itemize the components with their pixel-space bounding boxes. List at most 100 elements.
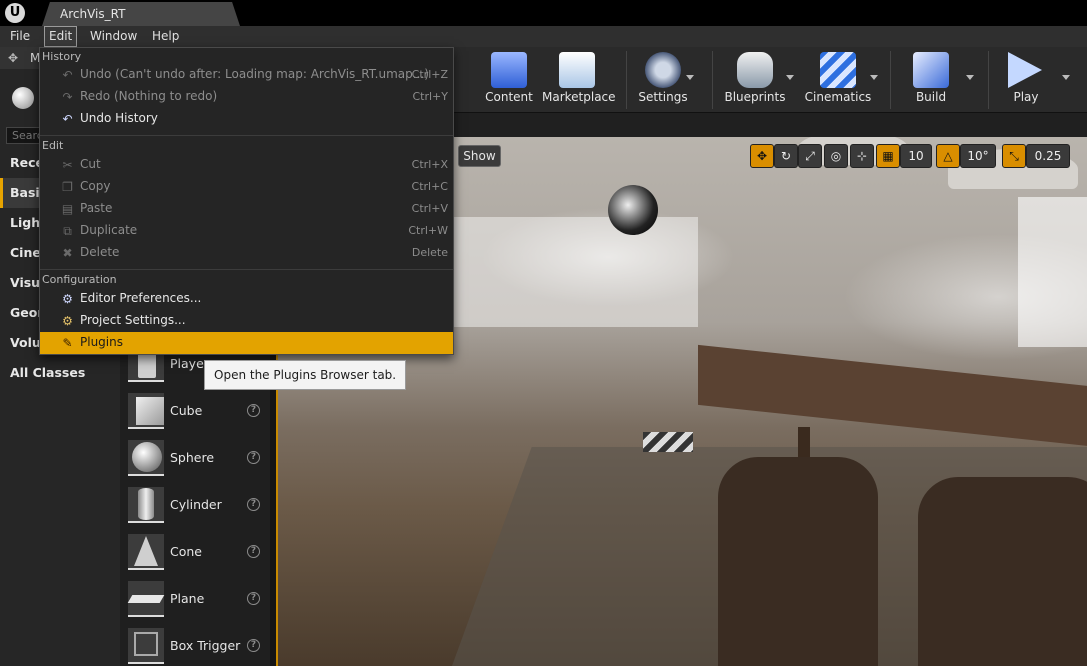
menu-item-redo[interactable]: ↷ Redo (Nothing to redo) Ctrl+Y <box>40 86 453 108</box>
content-button[interactable]: Content <box>482 47 536 113</box>
menu-file[interactable]: File <box>6 26 34 47</box>
place-item-label: Cone <box>170 544 202 559</box>
edit-menu-dropdown: History ↶ Undo (Can't undo after: Loadin… <box>39 47 454 355</box>
window-light <box>1018 197 1087 347</box>
help-icon[interactable]: ? <box>247 592 260 605</box>
settings-label: Settings <box>638 90 688 104</box>
help-icon[interactable]: ? <box>247 498 260 511</box>
plane-thumb <box>127 581 165 617</box>
menu-item-label: Paste <box>80 201 113 215</box>
dining-chair <box>918 477 1087 666</box>
menu-bar: File Edit Window Help <box>0 26 1087 47</box>
undo-history-icon: ↶ <box>62 112 73 126</box>
rotation-snap-value[interactable]: 10° <box>960 144 996 168</box>
place-item-cylinder[interactable]: Cylinder ? <box>120 483 270 530</box>
delete-icon: ✖ <box>62 246 73 260</box>
document-tab[interactable]: ArchVis_RT <box>42 2 240 26</box>
cone-thumb <box>128 534 164 570</box>
place-item-plane[interactable]: Plane ? <box>120 577 270 624</box>
surface-snap-icon[interactable]: ⊹ <box>850 144 874 168</box>
build-label: Build <box>915 90 947 104</box>
help-icon[interactable]: ? <box>247 545 260 558</box>
chevron-down-icon[interactable] <box>966 75 974 80</box>
help-icon[interactable]: ? <box>247 404 260 417</box>
menu-item-copy[interactable]: ❐ Copy Ctrl+C <box>40 176 453 198</box>
plugins-icon: ✎ <box>62 336 73 350</box>
content-browser-icon <box>491 52 527 88</box>
place-item-label: Cube <box>170 403 203 418</box>
place-item-box-trigger[interactable]: Box Trigger ? <box>120 624 270 666</box>
scissors-icon: ✂ <box>62 158 73 172</box>
place-mode-icon[interactable] <box>12 87 34 109</box>
menu-item-label: Redo (Nothing to redo) <box>80 89 218 103</box>
menu-item-cut[interactable]: ✂ Cut Ctrl+X <box>40 154 453 176</box>
play-button[interactable]: Play <box>998 47 1070 113</box>
toolbar-divider <box>626 51 627 109</box>
cube-icon <box>136 397 164 425</box>
place-item-cube[interactable]: Cube ? <box>120 389 270 436</box>
menu-help[interactable]: Help <box>148 26 183 47</box>
cylinder-icon <box>138 488 154 520</box>
menu-item-undo[interactable]: ↶ Undo (Can't undo after: Loading map: A… <box>40 64 453 86</box>
place-item-label: Box Trigger <box>170 638 241 653</box>
marketplace-button[interactable]: Marketplace <box>542 47 616 113</box>
menu-item-project-settings[interactable]: ⚙ Project Settings... <box>40 310 453 332</box>
help-icon[interactable]: ? <box>247 639 260 652</box>
menu-item-plugins[interactable]: ✎ Plugins <box>40 332 453 354</box>
grid-snap-icon[interactable]: ▦ <box>876 144 900 168</box>
place-item-cone[interactable]: Cone ? <box>120 530 270 577</box>
rotation-snap-icon[interactable]: △ <box>936 144 960 168</box>
menu-divider <box>40 135 453 136</box>
menu-item-duplicate[interactable]: ⧉ Duplicate Ctrl+W <box>40 220 453 242</box>
play-icon <box>1008 52 1042 88</box>
place-item-sphere[interactable]: Sphere ? <box>120 436 270 483</box>
translate-icon[interactable]: ✥ <box>750 144 774 168</box>
globe-icon[interactable]: ◎ <box>824 144 848 168</box>
content-label: Content <box>485 90 533 104</box>
scale-icon[interactable]: ⤢ <box>798 144 822 168</box>
build-button[interactable]: Build <box>900 47 974 113</box>
clapperboard-icon <box>820 52 856 88</box>
chevron-down-icon[interactable] <box>870 75 878 80</box>
menu-item-editor-preferences[interactable]: ⚙ Editor Preferences... <box>40 288 453 310</box>
unreal-logo-icon[interactable]: U <box>5 3 25 23</box>
cinematics-button[interactable]: Cinematics <box>804 47 878 113</box>
rotate-icon[interactable]: ↻ <box>774 144 798 168</box>
menu-item-shortcut: Delete <box>411 246 448 259</box>
sphere-icon <box>132 442 162 472</box>
camera-actor-icon[interactable] <box>643 432 693 452</box>
menu-item-label: Duplicate <box>80 223 138 237</box>
chevron-down-icon[interactable] <box>786 75 794 80</box>
menu-window[interactable]: Window <box>86 26 141 47</box>
title-bar: U ArchVis_RT <box>0 0 1087 26</box>
category-all-classes[interactable]: All Classes <box>0 358 120 388</box>
cinematics-label: Cinematics <box>804 90 872 104</box>
grid-snap-value[interactable]: 10 <box>900 144 932 168</box>
reflection-capture-sphere-icon[interactable] <box>608 185 658 235</box>
menu-item-paste[interactable]: ▤ Paste Ctrl+V <box>40 198 453 220</box>
chevron-down-icon[interactable] <box>1062 75 1070 80</box>
menu-item-undo-history[interactable]: ↶ Undo History <box>40 108 453 130</box>
plane-icon <box>127 595 165 603</box>
scale-snap-value[interactable]: 0.25 <box>1026 144 1070 168</box>
help-icon[interactable]: ? <box>247 451 260 464</box>
place-item-label: Sphere <box>170 450 215 465</box>
blueprints-button[interactable]: Blueprints <box>722 47 794 113</box>
menu-item-delete[interactable]: ✖ Delete Delete <box>40 242 453 264</box>
cone-icon <box>134 536 158 566</box>
show-button[interactable]: Show <box>458 145 501 167</box>
copy-icon: ❐ <box>62 180 73 194</box>
menu-edit[interactable]: Edit <box>44 26 78 47</box>
chevron-down-icon[interactable] <box>686 75 694 80</box>
paste-icon: ▤ <box>61 202 74 216</box>
marketplace-icon <box>559 52 595 88</box>
scale-snap-icon[interactable]: ⤡ <box>1002 144 1026 168</box>
edit-section-header: Edit <box>42 139 64 152</box>
box-trigger-thumb <box>128 628 164 664</box>
settings-button[interactable]: Settings <box>636 47 694 113</box>
project-settings-icon: ⚙ <box>62 314 73 328</box>
toolbar-divider <box>712 51 713 109</box>
place-item-label: Cylinder <box>170 497 222 512</box>
menu-item-shortcut: Ctrl+V <box>411 202 448 215</box>
cube-thumb <box>128 393 164 429</box>
